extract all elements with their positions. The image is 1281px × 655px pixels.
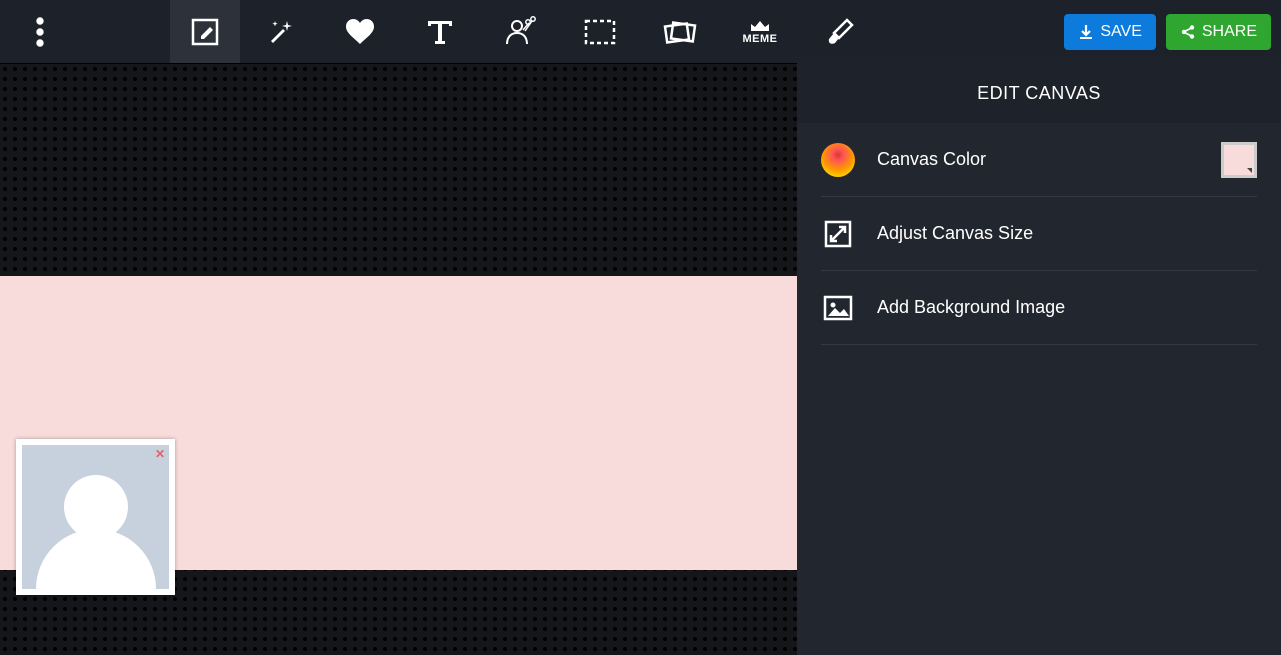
effects-tool-button[interactable] — [240, 0, 320, 63]
canvas-color-swatch[interactable] — [1221, 142, 1257, 178]
meme-tool-button[interactable]: MEME — [720, 0, 800, 63]
magic-wand-icon — [265, 17, 295, 47]
text-tool-button[interactable] — [400, 0, 480, 63]
adjust-size-label: Adjust Canvas Size — [877, 223, 1033, 244]
toolbar-tools-group: MEME — [170, 0, 880, 63]
collage-icon — [662, 17, 698, 47]
download-icon — [1078, 24, 1094, 40]
avatar-placeholder: ✕ — [22, 445, 169, 589]
favorite-tool-button[interactable] — [320, 0, 400, 63]
save-label: SAVE — [1100, 23, 1142, 41]
person-cut-icon — [503, 16, 537, 48]
frame-icon — [583, 17, 617, 47]
add-bg-label: Add Background Image — [877, 297, 1065, 318]
crown-icon — [749, 19, 771, 33]
top-toolbar: MEME SAVE SHARE — [0, 0, 1281, 63]
adjust-canvas-size-row[interactable]: Adjust Canvas Size — [821, 197, 1257, 271]
meme-label: MEME — [743, 33, 778, 45]
color-gradient-icon — [821, 143, 855, 177]
share-button[interactable]: SHARE — [1166, 14, 1271, 50]
avatar-body-shape — [36, 529, 156, 589]
edit-icon — [190, 17, 220, 47]
avatar-remove-button[interactable]: ✕ — [154, 448, 166, 460]
menu-button[interactable] — [0, 0, 80, 63]
more-vertical-icon — [36, 17, 44, 47]
toolbar-left-group — [0, 0, 80, 63]
add-background-row[interactable]: Add Background Image — [821, 271, 1257, 345]
edit-tool-button[interactable] — [170, 0, 240, 63]
share-label: SHARE — [1202, 23, 1257, 41]
brush-icon — [825, 17, 855, 47]
main-area: ✕ EDIT CANVAS Canvas Color Adjust Canvas… — [0, 63, 1281, 655]
canvas-workspace[interactable]: ✕ — [0, 63, 797, 655]
cutout-tool-button[interactable] — [480, 0, 560, 63]
text-icon — [426, 17, 454, 47]
frame-tool-button[interactable] — [560, 0, 640, 63]
canvas-color-row[interactable]: Canvas Color — [821, 123, 1257, 197]
profile-avatar-frame[interactable]: ✕ — [16, 439, 175, 595]
collage-tool-button[interactable] — [640, 0, 720, 63]
image-icon — [821, 291, 855, 325]
right-sidebar: EDIT CANVAS Canvas Color Adjust Canvas S… — [797, 63, 1281, 655]
canvas-color-label: Canvas Color — [877, 149, 986, 170]
heart-icon — [344, 17, 376, 47]
save-button[interactable]: SAVE — [1064, 14, 1156, 50]
sidebar-title: EDIT CANVAS — [797, 63, 1281, 123]
resize-icon — [821, 217, 855, 251]
share-icon — [1180, 24, 1196, 40]
sidebar-panel-list: Canvas Color Adjust Canvas Size Add Back… — [797, 123, 1281, 345]
brush-tool-button[interactable] — [800, 0, 880, 63]
